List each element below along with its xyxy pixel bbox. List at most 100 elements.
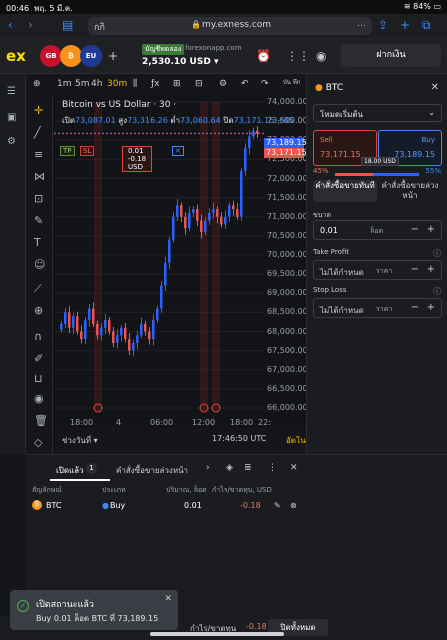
date-range-selector[interactable]: ช่วงวันที่ ▾ (62, 434, 98, 447)
address-bar[interactable]: กกิ 🔒 my.exness.com … (88, 17, 372, 35)
save-chart-label[interactable]: บัน ทึก (283, 79, 300, 86)
calendar-icon[interactable]: ▣ (7, 112, 16, 123)
trendline-icon[interactable]: ╱ (34, 126, 41, 139)
crosshair-icon[interactable]: ✛ (34, 104, 43, 117)
timeframe-5m[interactable]: 5m (75, 79, 90, 89)
redo-icon[interactable]: ↷ (261, 79, 269, 89)
tp-plus-button[interactable]: + (427, 264, 435, 275)
profile-icon[interactable]: ◉ (316, 49, 326, 63)
alarm-icon[interactable]: ⏰ (256, 49, 271, 63)
more-options-icon[interactable]: ⋮ (268, 463, 277, 473)
tab-btc-icon[interactable]: GB (40, 45, 62, 67)
lock-icon[interactable]: ⊔ (34, 372, 43, 385)
chevron-right-icon[interactable]: › (206, 463, 210, 473)
volume-stepper[interactable]: 0.01 ล็อต − + (313, 220, 442, 240)
add-tab-icon[interactable]: + (108, 49, 118, 63)
col-volume: ปริมาณ, ล็อต (166, 486, 207, 494)
chart-title: Bitcoin vs US Dollar · 30 · (62, 100, 177, 110)
eye-icon[interactable]: ◉ (34, 392, 44, 405)
tp-field[interactable]: ไม่ได้กำหนด ราคา − + (313, 260, 442, 280)
tp-minus-button[interactable]: − (411, 264, 419, 275)
info-icon[interactable]: ⓘ (433, 286, 441, 297)
volume-minus-button[interactable]: − (411, 224, 419, 235)
time-tick-label: 12:00 (192, 418, 216, 427)
tab-pending-positions[interactable]: คำสั่งซื้อขายล่วงหน้า (116, 464, 188, 477)
tab-open-positions[interactable]: เปิดแล้ว (56, 464, 84, 477)
timeframe-30m[interactable]: 30m (107, 79, 127, 89)
fib-icon[interactable]: ≡ (34, 148, 43, 161)
info-icon[interactable]: ⓘ (433, 248, 441, 259)
text-icon[interactable]: T (34, 236, 41, 249)
sl-field[interactable]: ไม่ได้กำหนด ราคา − + (313, 298, 442, 318)
candle-body (196, 209, 199, 221)
share-icon[interactable]: ⇪ (378, 18, 388, 32)
tab-eu-icon[interactable]: EU (80, 45, 102, 67)
toast-close-icon[interactable]: ✕ (164, 594, 172, 604)
check-circle-icon: ✓ (17, 600, 29, 612)
forward-icon[interactable]: › (28, 18, 33, 32)
stack-icon[interactable]: ≣ (244, 463, 252, 473)
tabs-icon[interactable]: ⧉ (422, 18, 431, 33)
close-position-icon[interactable]: ✕ (172, 146, 184, 156)
account-balance[interactable]: 2,530.10 USD ▾ (142, 57, 218, 67)
menu-icon[interactable]: ☰ (7, 86, 16, 97)
candle-body (180, 205, 183, 217)
order-mode-select[interactable]: โหมดเริ่มต้น ⌄ (313, 104, 442, 122)
volume-plus-button[interactable]: + (427, 224, 435, 235)
lock-draw-icon[interactable]: ✐ (34, 352, 43, 365)
object-tree-icon[interactable]: ◇ (34, 436, 42, 449)
settings-chart-icon[interactable]: ⚙ (219, 79, 227, 89)
magnet-icon[interactable]: ∩ (34, 330, 42, 343)
tab-market-order[interactable]: คำสั่งซื้อขายทันที (313, 180, 377, 202)
add-indicator-icon[interactable]: ⊕ (33, 79, 41, 89)
sl-tag[interactable]: SL (80, 146, 95, 156)
layers-icon[interactable]: ◈ (226, 463, 233, 473)
timeframe-4h[interactable]: 4h (91, 79, 102, 89)
sl-plus-button[interactable]: + (427, 302, 435, 313)
brush-icon[interactable]: ✎ (34, 214, 43, 227)
trash-icon[interactable]: 🗑 (34, 414, 48, 427)
settings-icon[interactable]: ⚙ (7, 136, 16, 147)
back-icon[interactable]: ‹ (8, 18, 13, 32)
price-tick-label: 69,000.00 (267, 288, 308, 298)
layout-icon[interactable]: ⊟ (195, 79, 203, 89)
candle-body (76, 316, 79, 332)
position-pl-tag[interactable]: 0.01 -0.18 USD (122, 146, 153, 172)
candle-type-icon[interactable]: ⫼ (133, 79, 137, 89)
book-icon[interactable]: ▤ (62, 18, 73, 32)
candle-body (176, 205, 179, 217)
emoji-icon[interactable]: ☺ (34, 258, 45, 271)
candle-body (104, 320, 107, 328)
timeframe-1m[interactable]: 1m (57, 79, 72, 89)
table-row[interactable]: ₿ BTC ● Buy 0.01 -0.18 ✎ ⊗ (32, 497, 442, 517)
new-tab-icon[interactable]: + (400, 18, 410, 32)
time-tick-label: 22: (258, 418, 271, 427)
more-icon[interactable]: … (357, 19, 366, 29)
ruler-icon[interactable]: ⊡ (34, 192, 43, 205)
deposit-button[interactable]: ฝากเงิน (341, 44, 441, 67)
time-tick-label: 06:00 (150, 418, 174, 427)
edit-icon[interactable]: ✎ (274, 501, 281, 510)
toast-notification: ✓ เปิดสถานะแล้ว Buy 0.01 ล็อต BTC ที่ 73… (10, 590, 178, 630)
pattern-icon[interactable]: ⋈ (34, 170, 45, 183)
tab-pending-order[interactable]: คำสั่งซื้อขายล่วงหน้า (378, 180, 442, 202)
price-tick-label: 68,500.00 (267, 307, 308, 317)
compare-icon[interactable]: ⊞ (173, 79, 181, 89)
candle-body (216, 209, 219, 217)
drawing-toolbar: ✛ ╱ ≡ ⋈ ⊡ ✎ T ☺ ⟋ ⊕ ∩ ✐ ⊔ ◉ 🗑 ◇ (27, 96, 53, 454)
zoom-icon[interactable]: ⊕ (34, 304, 43, 317)
candle-body (152, 320, 155, 340)
close-panel-icon[interactable]: ✕ (431, 82, 439, 93)
tab-bitcoin-icon[interactable]: ₿ (60, 45, 82, 67)
apps-grid-icon[interactable]: ⋮⋮ (286, 49, 310, 63)
sl-minus-button[interactable]: − (411, 302, 419, 313)
close-row-icon[interactable]: ⊗ (290, 501, 297, 510)
measure-icon[interactable]: ⟋ (34, 282, 42, 296)
candle-body (204, 220, 207, 233)
tp-tag[interactable]: TP (60, 146, 75, 156)
indicators-icon[interactable]: ƒx (151, 79, 160, 89)
undo-icon[interactable]: ↶ (241, 79, 249, 89)
buy-sentiment: 55% (425, 167, 441, 175)
price-tick-label: 66,500.00 (267, 383, 308, 393)
close-positions-panel-icon[interactable]: ✕ (290, 463, 298, 473)
